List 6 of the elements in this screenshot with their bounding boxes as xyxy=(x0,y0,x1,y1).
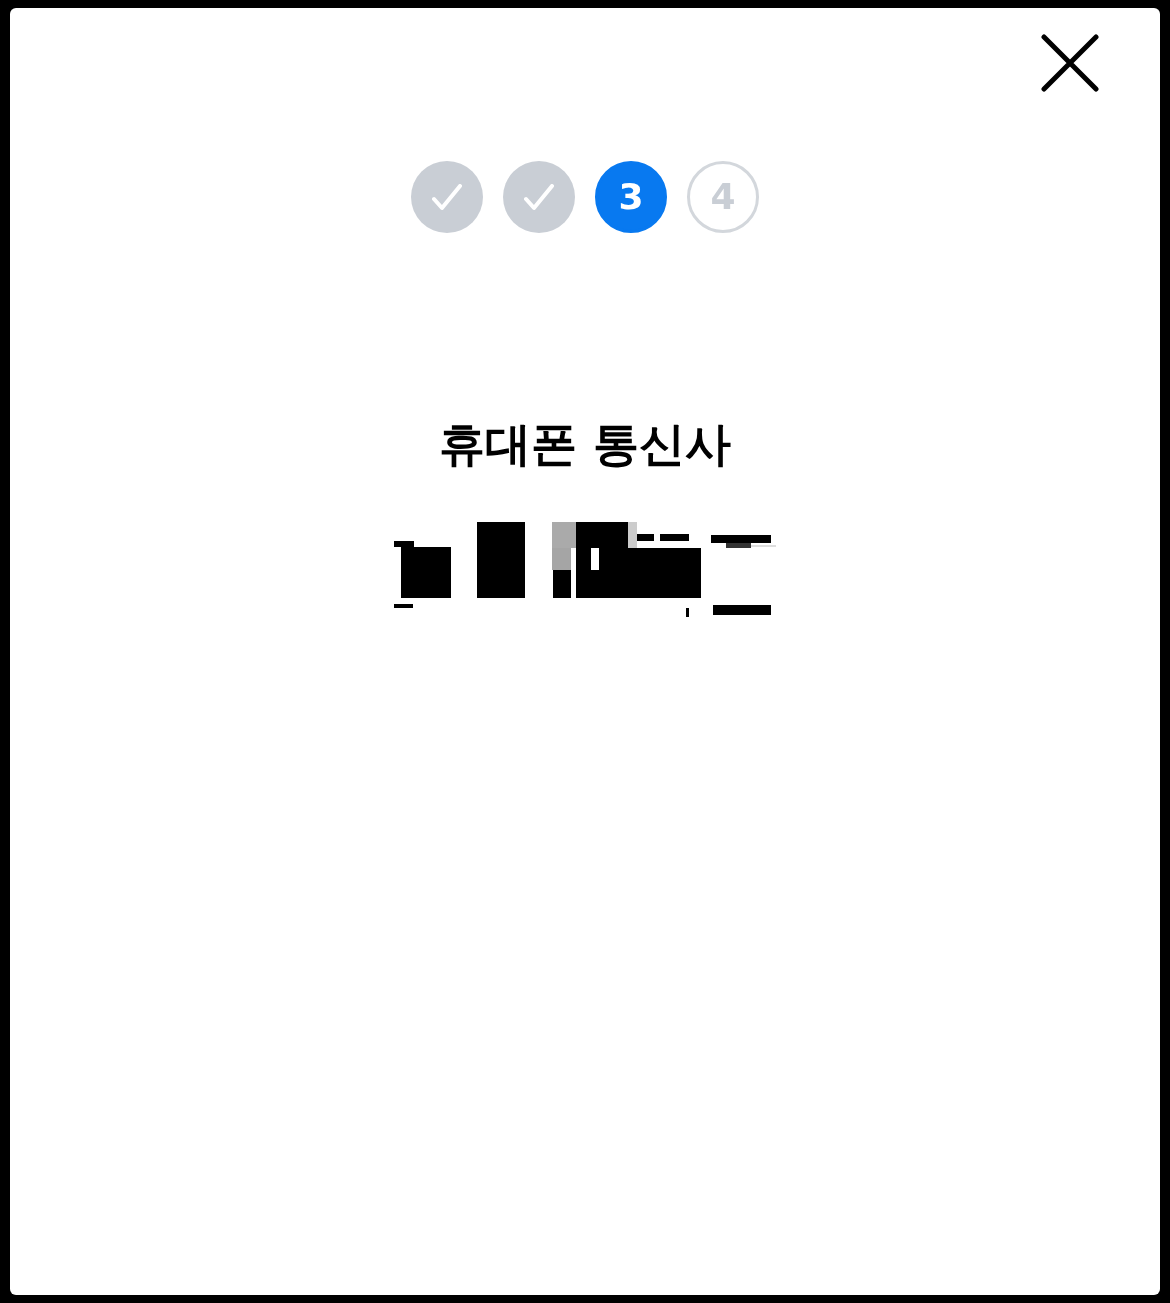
check-icon xyxy=(524,183,554,211)
heading: 휴대폰 통신사 xyxy=(439,416,731,473)
check-icon xyxy=(432,183,462,211)
step-indicator: 3 xyxy=(595,161,667,233)
close-icon xyxy=(1041,34,1099,92)
close-button[interactable] xyxy=(1041,34,1099,92)
